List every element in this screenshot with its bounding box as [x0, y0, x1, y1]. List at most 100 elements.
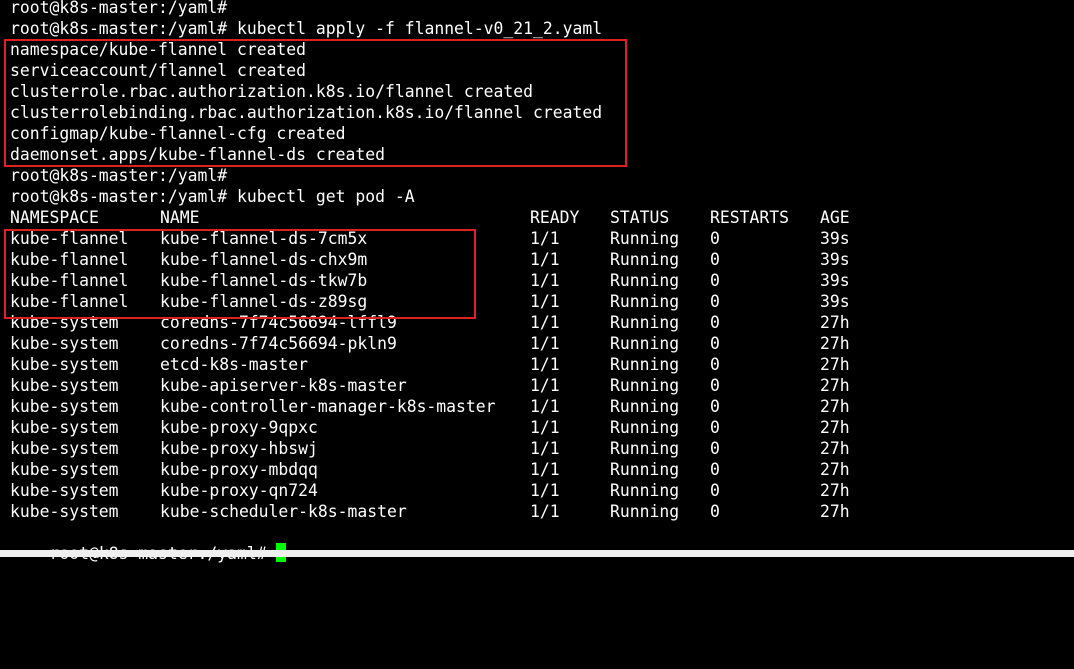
cell-namespace: kube-system — [10, 376, 119, 395]
table-row: kube-system kube-proxy-qn724 1/1 Running… — [10, 480, 850, 501]
cell-age: 39s — [820, 229, 850, 248]
cell-status: Running — [610, 271, 680, 290]
cell-age: 27h — [820, 460, 850, 479]
cell-ready: 1/1 — [530, 355, 560, 374]
cell-restarts: 0 — [710, 313, 720, 332]
cell-name: kube-controller-manager-k8s-master — [160, 397, 496, 416]
table-row: kube-system kube-proxy-mbdqq 1/1 Running… — [10, 459, 850, 480]
terminal-line-output: clusterrolebinding.rbac.authorization.k8… — [10, 103, 603, 122]
header-restarts: RESTARTS — [710, 208, 789, 227]
cell-name: coredns-7f74c56694-pkln9 — [160, 334, 397, 353]
terminal-window[interactable]: root@k8s-master:/yaml# root@k8s-master:/… — [0, 0, 1074, 563]
cell-age: 27h — [820, 334, 850, 353]
terminal-line-output: configmap/kube-flannel-cfg created — [10, 124, 346, 143]
cell-restarts: 0 — [710, 460, 720, 479]
header-namespace: NAMESPACE — [10, 208, 99, 227]
cell-restarts: 0 — [710, 271, 720, 290]
cell-age: 27h — [820, 481, 850, 500]
terminal-line-output: namespace/kube-flannel created — [10, 40, 307, 59]
cell-ready: 1/1 — [530, 460, 560, 479]
cell-age: 27h — [820, 439, 850, 458]
cell-status: Running — [610, 481, 680, 500]
cell-status: Running — [610, 439, 680, 458]
table-row: kube-system kube-scheduler-k8s-master 1/… — [10, 501, 850, 522]
cell-namespace: kube-flannel — [10, 229, 129, 248]
table-row: kube-system kube-proxy-9qpxc 1/1 Running… — [10, 417, 850, 438]
cell-name: kube-proxy-9qpxc — [160, 418, 318, 437]
cell-name: kube-proxy-hbswj — [160, 439, 318, 458]
cell-status: Running — [610, 397, 680, 416]
cell-status: Running — [610, 376, 680, 395]
cell-ready: 1/1 — [530, 313, 560, 332]
cell-ready: 1/1 — [530, 397, 560, 416]
pod-table-header: NAMESPACE NAME READY STATUS RESTARTS AGE — [10, 207, 850, 228]
header-name: NAME — [160, 208, 200, 227]
cell-namespace: kube-system — [10, 397, 119, 416]
table-row: kube-system kube-controller-manager-k8s-… — [10, 396, 850, 417]
cell-ready: 1/1 — [530, 334, 560, 353]
cell-ready: 1/1 — [530, 439, 560, 458]
terminal-line-output: serviceaccount/flannel created — [10, 61, 307, 80]
cell-restarts: 0 — [710, 355, 720, 374]
terminal-line-prompt: root@k8s-master:/yaml# — [10, 166, 228, 185]
terminal-line-prompt: root@k8s-master:/yaml# — [10, 0, 228, 17]
cell-name: kube-scheduler-k8s-master — [160, 502, 407, 521]
cell-restarts: 0 — [710, 397, 720, 416]
table-row: kube-system kube-proxy-hbswj 1/1 Running… — [10, 438, 850, 459]
cell-ready: 1/1 — [530, 271, 560, 290]
cell-ready: 1/1 — [530, 250, 560, 269]
cell-namespace: kube-system — [10, 418, 119, 437]
cell-status: Running — [610, 313, 680, 332]
cell-age: 27h — [820, 418, 850, 437]
cell-name: coredns-7f74c56694-lffl9 — [160, 313, 397, 332]
table-row: kube-system coredns-7f74c56694-pkln9 1/1… — [10, 333, 850, 354]
table-row: kube-system coredns-7f74c56694-lffl9 1/1… — [10, 312, 850, 333]
cell-age: 27h — [820, 355, 850, 374]
cell-name: kube-proxy-qn724 — [160, 481, 318, 500]
cell-ready: 1/1 — [530, 376, 560, 395]
cell-restarts: 0 — [710, 292, 720, 311]
cell-age: 27h — [820, 376, 850, 395]
cell-ready: 1/1 — [530, 418, 560, 437]
cell-age: 27h — [820, 397, 850, 416]
terminal-line-apply-command: root@k8s-master:/yaml# kubectl apply -f … — [10, 19, 603, 38]
cell-namespace: kube-flannel — [10, 292, 129, 311]
cell-status: Running — [610, 229, 680, 248]
cell-status: Running — [610, 292, 680, 311]
cell-status: Running — [610, 250, 680, 269]
table-row: kube-flannel kube-flannel-ds-7cm5x 1/1 R… — [10, 228, 850, 249]
cell-age: 39s — [820, 292, 850, 311]
table-row: kube-system etcd-k8s-master 1/1 Running … — [10, 354, 850, 375]
cell-age: 39s — [820, 271, 850, 290]
header-status: STATUS — [610, 208, 670, 227]
cell-age: 27h — [820, 502, 850, 521]
cell-restarts: 0 — [710, 334, 720, 353]
terminal-line-get-pod-command: root@k8s-master:/yaml# kubectl get pod -… — [10, 187, 415, 206]
header-ready: READY — [530, 208, 580, 227]
terminal-line-active-prompt[interactable]: root@k8s-master:/yaml# — [10, 522, 287, 563]
cell-name: kube-proxy-mbdqq — [160, 460, 318, 479]
cell-name: kube-flannel-ds-7cm5x — [160, 229, 368, 248]
cell-name: etcd-k8s-master — [160, 355, 309, 374]
cell-ready: 1/1 — [530, 229, 560, 248]
cell-restarts: 0 — [710, 250, 720, 269]
cell-namespace: kube-system — [10, 355, 119, 374]
cell-age: 27h — [820, 313, 850, 332]
cell-ready: 1/1 — [530, 292, 560, 311]
cell-namespace: kube-system — [10, 502, 119, 521]
cell-status: Running — [610, 334, 680, 353]
window-bottom-edge — [0, 550, 1074, 557]
cell-status: Running — [610, 502, 680, 521]
cell-namespace: kube-system — [10, 439, 119, 458]
cell-namespace: kube-flannel — [10, 250, 129, 269]
cell-ready: 1/1 — [530, 502, 560, 521]
table-row: kube-flannel kube-flannel-ds-chx9m 1/1 R… — [10, 249, 850, 270]
cell-restarts: 0 — [710, 481, 720, 500]
terminal-line-output: clusterrole.rbac.authorization.k8s.io/fl… — [10, 82, 534, 101]
cell-status: Running — [610, 418, 680, 437]
cell-status: Running — [610, 460, 680, 479]
cell-namespace: kube-system — [10, 313, 119, 332]
cell-name: kube-flannel-ds-z89sg — [160, 292, 368, 311]
cell-ready: 1/1 — [530, 481, 560, 500]
cell-name: kube-apiserver-k8s-master — [160, 376, 407, 395]
